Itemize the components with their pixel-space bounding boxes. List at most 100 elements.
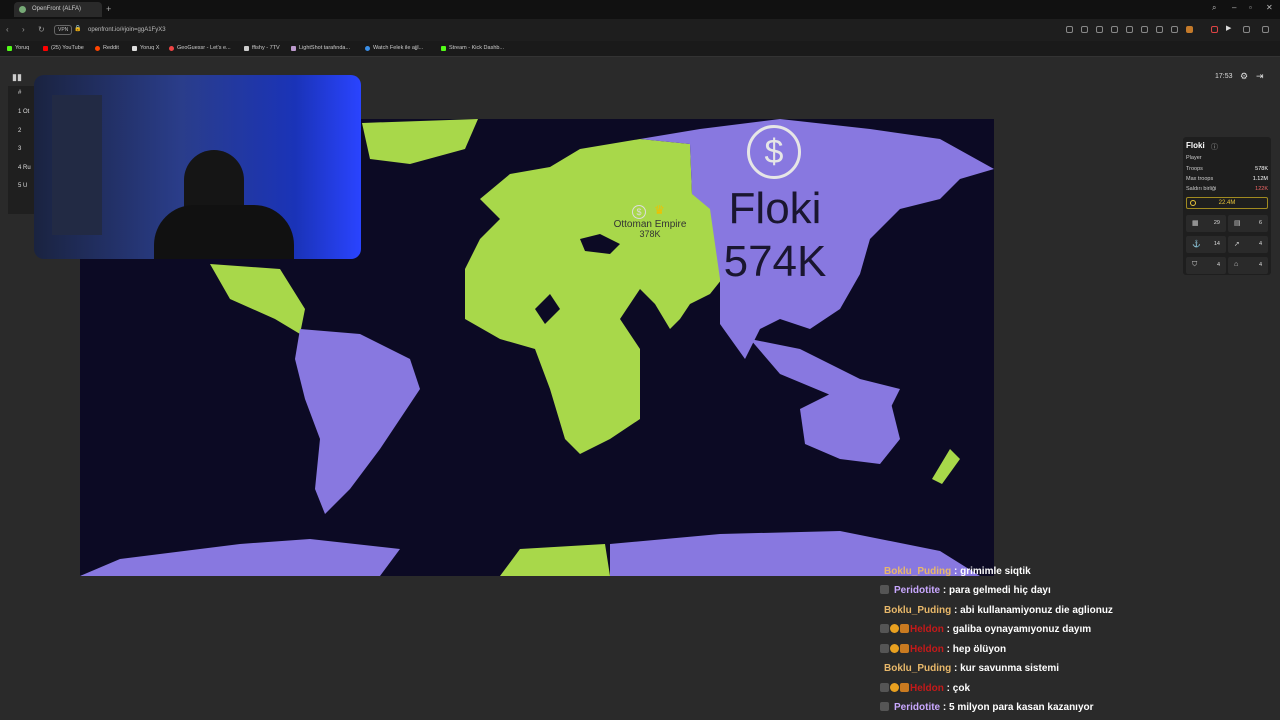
- chat-text: : hep ölüyon: [946, 644, 1007, 655]
- game-timer: 17:53: [1215, 73, 1233, 80]
- leaderboard-row[interactable]: 5 U: [18, 183, 27, 189]
- subscriber-badge-icon: [880, 683, 889, 692]
- extension-icon[interactable]: [1211, 26, 1218, 33]
- search-icon[interactable]: ⌕: [1212, 3, 1216, 13]
- extension-icon[interactable]: [1066, 26, 1073, 33]
- sidebar-icon[interactable]: [1262, 26, 1269, 33]
- wall-poster: [52, 95, 102, 235]
- map-player-name: Floki: [728, 184, 822, 233]
- territory-ottoman: [500, 544, 610, 576]
- 7tv-icon: [244, 46, 249, 51]
- chat-message: Boklu_Puding : kur savunma sistemi: [880, 663, 1059, 679]
- x-icon: [132, 46, 137, 51]
- defense-post-icon: ⛉: [1192, 261, 1198, 268]
- leaderboard-header: #: [18, 90, 22, 96]
- bookmark-item[interactable]: ffishy - 7TV: [244, 45, 280, 51]
- bookmark-item[interactable]: Stream - Kick Dashb...: [441, 45, 504, 51]
- leaderboard-panel: # 1 Ot 2 3 4 Ru 5 U: [8, 86, 36, 214]
- browser-tab-strip: OpenFront (ALFA) + ⌕ – ▫ ✕: [0, 0, 1280, 19]
- maximize-icon[interactable]: ▫: [1249, 3, 1252, 12]
- chat-username: Heldon: [910, 683, 944, 694]
- bookmark-item[interactable]: Yoruq X: [132, 45, 159, 51]
- geoguessr-icon: [169, 46, 174, 51]
- bookmark-item[interactable]: Watch Felek ile ajjl...: [365, 45, 423, 51]
- new-tab-icon[interactable]: +: [106, 4, 111, 14]
- leaderboard-row[interactable]: 2: [18, 128, 21, 134]
- leaderboard-row[interactable]: 1 Ot: [18, 109, 29, 115]
- close-icon[interactable]: ✕: [1266, 3, 1273, 12]
- vip-badge-icon: [890, 683, 899, 692]
- vip-badge-icon: [890, 644, 899, 653]
- chat-message: Peridotite : 5 milyon para kasan kazanıy…: [880, 702, 1094, 718]
- tab-title: OpenFront (ALFA): [32, 6, 82, 12]
- vip-badge-icon: [890, 624, 899, 633]
- extension-icon[interactable]: [1081, 26, 1088, 33]
- building-city[interactable]: ▦ 29: [1186, 215, 1226, 232]
- chat-text: : para gelmedi hiç dayı: [942, 585, 1051, 596]
- territory-ottoman: [210, 264, 305, 334]
- chat-text: : kur savunma sistemi: [954, 663, 1060, 674]
- extension-icon[interactable]: [1126, 26, 1133, 33]
- webcam-overlay: [34, 75, 361, 259]
- territory-floki: [295, 329, 420, 514]
- chat-username: Heldon: [910, 644, 944, 655]
- territory-ottoman: [932, 449, 960, 484]
- troops-row: Troops 578K: [1186, 166, 1268, 172]
- kick-icon: [441, 46, 446, 51]
- building-sam[interactable]: ⌂ 4: [1228, 257, 1268, 274]
- city-icon: ▦: [1192, 220, 1199, 227]
- chat-username: Boklu_Puding: [884, 605, 952, 616]
- missile-icon: ➚: [1234, 241, 1240, 248]
- gift-badge-icon: [900, 683, 909, 692]
- territory-ottoman: [362, 119, 478, 164]
- menu-icon[interactable]: [1171, 26, 1178, 33]
- heart-icon[interactable]: [1141, 26, 1148, 33]
- building-port[interactable]: ⚓ 14: [1186, 236, 1226, 253]
- url-field[interactable]: openfront.io/#join=ggA1FyX3: [74, 24, 1064, 36]
- chat-text: : çok: [946, 683, 971, 694]
- leaderboard-row[interactable]: 4 Ru: [18, 165, 31, 171]
- browser-tab[interactable]: OpenFront (ALFA): [14, 2, 102, 17]
- max-troops-row: Max troops 1.12M: [1186, 176, 1268, 182]
- bookmark-item[interactable]: (25) YouTube: [43, 45, 84, 51]
- settings-icon[interactable]: [1243, 26, 1250, 33]
- leaderboard-icon[interactable]: ▮▮: [12, 72, 22, 83]
- chat-message: Heldon : hep ölüyon: [880, 644, 1006, 660]
- back-icon[interactable]: ‹: [6, 25, 9, 34]
- streamer-body: [154, 205, 294, 259]
- forward-icon[interactable]: ›: [22, 25, 25, 34]
- minimize-icon[interactable]: –: [1232, 3, 1236, 12]
- building-factory[interactable]: ▤ 6: [1228, 215, 1268, 232]
- extension-icon[interactable]: [1096, 26, 1103, 33]
- player-info-panel: Floki ⓘ Player Troops 578K Max troops 1.12…: [1183, 137, 1271, 275]
- profile-avatar-icon[interactable]: [1186, 26, 1193, 33]
- play-icon[interactable]: ▶: [1226, 24, 1233, 32]
- bookmarks-bar: Yoruq (25) YouTube Reddit Yoruq X GeoGue…: [0, 41, 1280, 57]
- bookmark-item[interactable]: Reddit: [95, 45, 119, 51]
- chat-text: : abi kullanamiyonuz die aglionuz: [954, 605, 1113, 616]
- sam-launcher-icon: ⌂: [1234, 261, 1239, 268]
- lightshot-icon: [291, 46, 296, 51]
- bookmark-item[interactable]: Yoruq: [7, 45, 29, 51]
- extension-icon[interactable]: [1111, 26, 1118, 33]
- settings-gear-icon[interactable]: ⚙: [1240, 71, 1248, 82]
- floki-gold-icon: $: [747, 125, 801, 179]
- chat-username: Boklu_Puding: [884, 663, 952, 674]
- building-defense[interactable]: ⛉ 4: [1186, 257, 1226, 274]
- bookmark-item[interactable]: GeoGuessr - Let's e...: [169, 45, 231, 51]
- globe-icon: [365, 46, 370, 51]
- reload-icon[interactable]: ↻: [38, 25, 45, 34]
- bookmark-item[interactable]: LightShot tarafında...: [291, 45, 350, 51]
- anchor-icon: ⚓: [1192, 241, 1201, 248]
- leaderboard-row[interactable]: 3: [18, 146, 21, 152]
- attack-troops-row: Saldırı birliği 122K: [1186, 186, 1268, 192]
- territory-ottoman: [465, 139, 730, 454]
- building-missile[interactable]: ➚ 4: [1228, 236, 1268, 253]
- info-icon[interactable]: ⓘ: [1211, 142, 1218, 152]
- vpn-badge[interactable]: VPN: [54, 25, 73, 35]
- exit-icon[interactable]: ⇥: [1256, 71, 1264, 82]
- chat-text: : galiba oynayamıyonuz dayım: [946, 624, 1092, 635]
- crown-icon: ♛: [654, 203, 665, 217]
- download-icon[interactable]: [1156, 26, 1163, 33]
- chat-text: : 5 milyon para kasan kazanıyor: [942, 702, 1094, 713]
